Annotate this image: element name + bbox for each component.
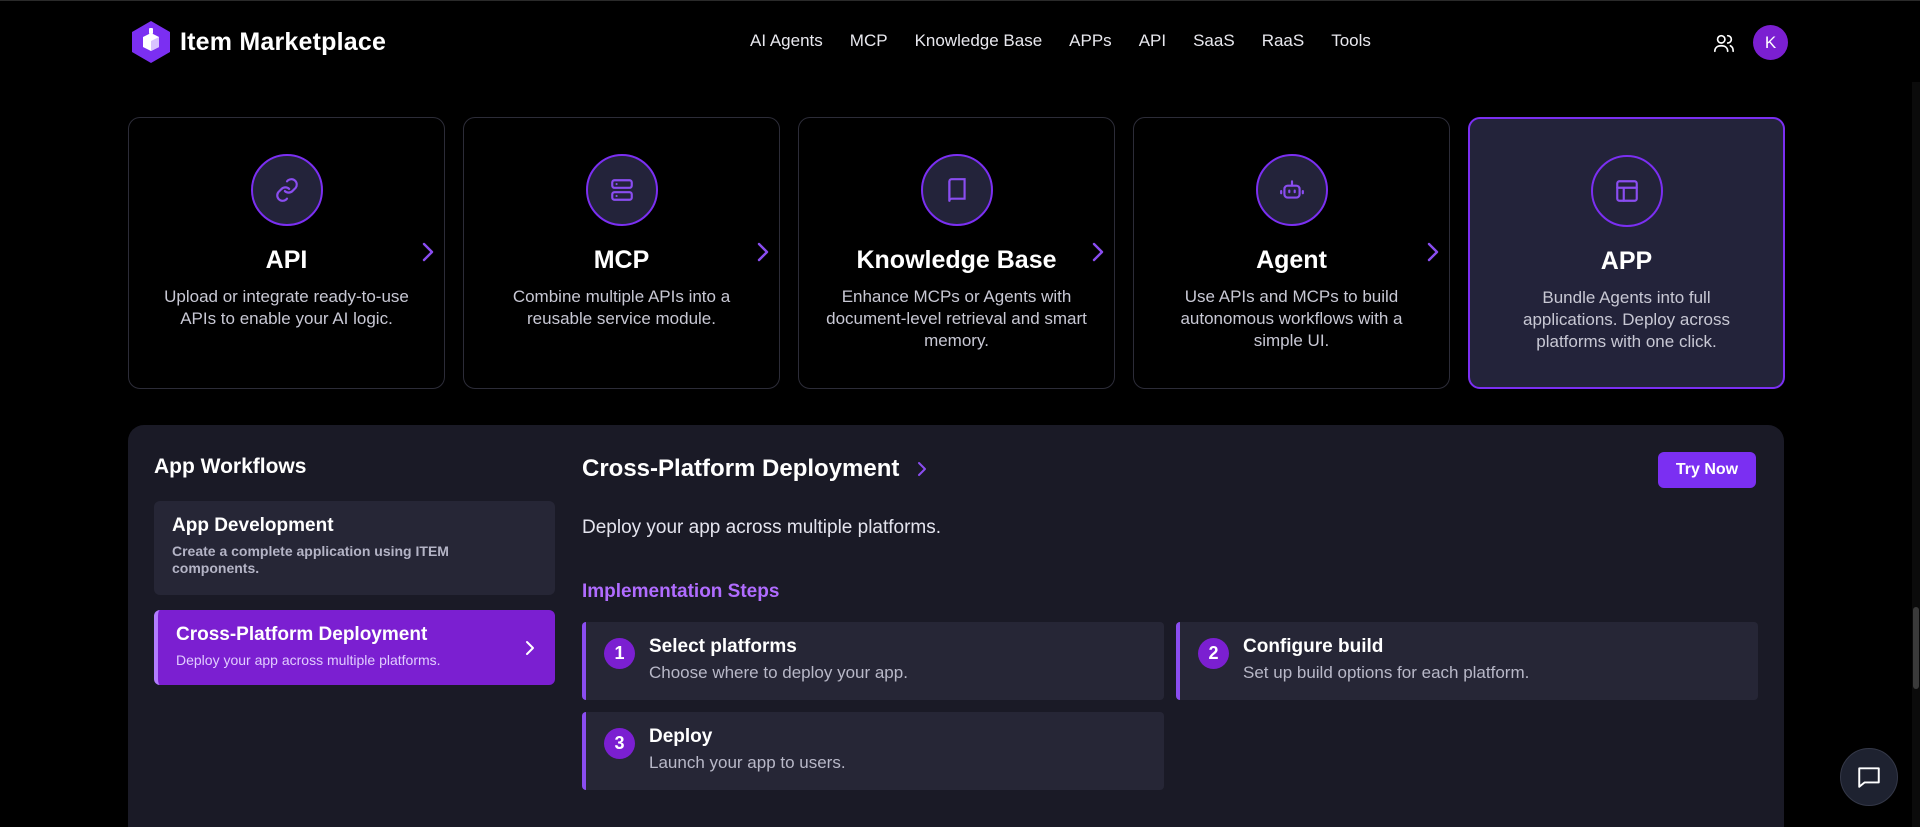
nav-ai-agents[interactable]: AI Agents — [750, 31, 823, 51]
card-icon-ring — [1590, 155, 1663, 227]
step-number-badge: 2 — [1198, 638, 1229, 669]
card-description: Combine multiple APIs into a reusable se… — [512, 287, 731, 328]
user-avatar[interactable]: K — [1753, 25, 1788, 60]
main-nav: AI Agents MCP Knowledge Base APPs API Sa… — [750, 31, 1371, 51]
step-title: Deploy — [649, 726, 713, 747]
step-description: Launch your app to users. — [649, 753, 846, 772]
detail-title[interactable]: Cross-Platform Deployment — [582, 455, 927, 483]
brand-logo[interactable]: Item Marketplace — [130, 20, 386, 64]
layout-icon — [1615, 180, 1638, 202]
chat-button[interactable] — [1840, 748, 1898, 806]
book-icon — [947, 178, 966, 202]
step-card: 2 Configure build Set up build options f… — [1176, 622, 1758, 700]
card-description: Upload or integrate ready-to-use APIs to… — [164, 287, 409, 328]
step-number-badge: 3 — [604, 728, 635, 759]
card-icon-ring — [250, 154, 323, 226]
workflow-item-description: Create a complete application using ITEM… — [172, 543, 449, 576]
nav-mcp[interactable]: MCP — [850, 31, 888, 51]
hexagon-cube-logo-icon — [132, 21, 170, 63]
step-description: Set up build options for each platform. — [1243, 663, 1530, 682]
nav-saas[interactable]: SaaS — [1193, 31, 1235, 51]
card-title: APP — [1600, 247, 1653, 275]
card-icon-ring — [585, 154, 658, 226]
brand-name: Item Marketplace — [180, 27, 387, 56]
robot-icon — [1279, 180, 1304, 199]
step-card: 3 Deploy Launch your app to users. — [582, 712, 1164, 790]
detail-title-text: Cross-Platform Deployment — [582, 455, 900, 482]
card-title: API — [265, 246, 308, 274]
detail-description: Deploy your app across multiple platform… — [582, 517, 942, 538]
workflow-item-app-development[interactable]: App Development Create a complete applic… — [154, 501, 555, 595]
nav-raas[interactable]: RaaS — [1262, 31, 1305, 51]
card-icon-ring — [1255, 154, 1328, 226]
workflows-heading: App Workflows — [154, 455, 307, 478]
chevron-right-icon[interactable] — [755, 240, 771, 264]
workflow-item-title: App Development — [172, 515, 334, 536]
scrollbar-thumb[interactable] — [1913, 607, 1919, 689]
nav-api[interactable]: API — [1139, 31, 1166, 51]
implementation-steps-heading: Implementation Steps — [582, 581, 780, 602]
chevron-right-icon[interactable] — [1090, 240, 1106, 264]
card-icon-ring — [920, 154, 993, 226]
chevron-right-icon — [918, 462, 927, 476]
card-agent[interactable]: Agent Use APIs and MCPs to build autonom… — [1133, 117, 1450, 389]
card-description: Bundle Agents into full applications. De… — [1523, 288, 1730, 351]
page-scrollbar[interactable] — [1912, 82, 1920, 827]
workflow-item-description: Deploy your app across multiple platform… — [176, 652, 441, 668]
workflow-item-title: Cross-Platform Deployment — [176, 624, 428, 645]
chat-bubble-icon — [1858, 767, 1880, 788]
type-cards: API Upload or integrate ready-to-use API… — [128, 117, 1785, 389]
card-mcp[interactable]: MCP Combine multiple APIs into a reusabl… — [463, 117, 780, 389]
card-description: Use APIs and MCPs to build autonomous wo… — [1180, 287, 1403, 350]
chevron-right-icon[interactable] — [1425, 240, 1441, 264]
chevron-right-icon[interactable] — [420, 240, 436, 264]
card-api[interactable]: API Upload or integrate ready-to-use API… — [128, 117, 445, 389]
link-icon — [275, 178, 298, 202]
step-title: Select platforms — [649, 636, 797, 657]
nav-apps[interactable]: APPs — [1069, 31, 1112, 51]
step-title: Configure build — [1243, 636, 1384, 657]
card-title: Knowledge Base — [856, 246, 1057, 274]
card-title: MCP — [593, 246, 650, 274]
server-icon — [610, 179, 633, 201]
workflow-panel: App Workflows App Development Create a c… — [128, 425, 1784, 827]
nav-tools[interactable]: Tools — [1331, 31, 1371, 51]
chevron-right-icon — [526, 641, 534, 655]
try-now-button[interactable]: Try Now — [1658, 452, 1756, 488]
card-title: Agent — [1256, 246, 1327, 274]
card-app[interactable]: APP Bundle Agents into full applications… — [1468, 117, 1785, 389]
users-icon[interactable] — [1713, 32, 1735, 54]
top-header: Item Marketplace AI Agents MCP Knowledge… — [0, 0, 1920, 82]
step-description: Choose where to deploy your app. — [649, 663, 908, 682]
step-number-badge: 1 — [604, 638, 635, 669]
card-knowledge-base[interactable]: Knowledge Base Enhance MCPs or Agents wi… — [798, 117, 1115, 389]
nav-knowledge-base[interactable]: Knowledge Base — [915, 31, 1043, 51]
card-description: Enhance MCPs or Agents with document-lev… — [826, 287, 1087, 350]
step-card: 1 Select platforms Choose where to deplo… — [582, 622, 1164, 700]
workflow-item-cross-platform-deployment[interactable]: Cross-Platform Deployment Deploy your ap… — [154, 610, 555, 685]
